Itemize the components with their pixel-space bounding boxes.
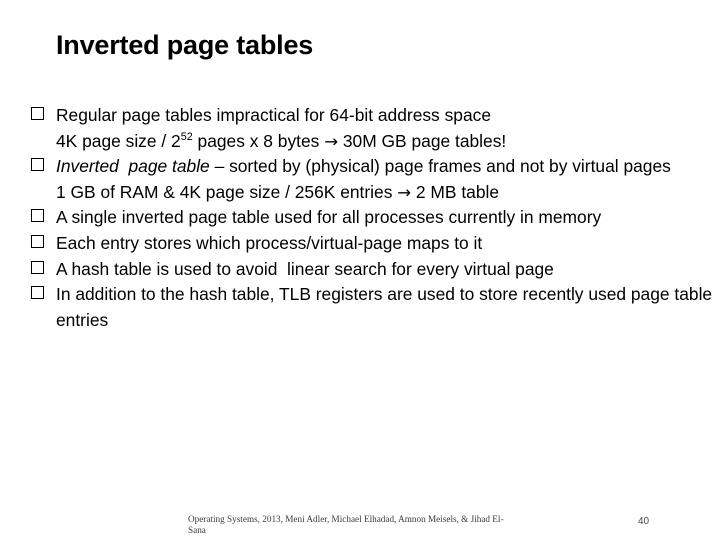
slide-page-number: 40 xyxy=(638,516,650,527)
square-bullet-icon xyxy=(31,286,47,302)
bullet-text: Inverted page table – sorted by (physica… xyxy=(56,154,714,205)
bullet-line-2-pre: 4K page size / 2 xyxy=(56,130,181,151)
bullet-item-inverted-page-table: Inverted page table – sorted by (physica… xyxy=(30,154,714,205)
bullet-item-hash-table: A hash table is used to avoid linear sea… xyxy=(30,257,714,283)
bullet-subline-pre: 1 GB of RAM & 4K page size / 256K entrie… xyxy=(56,181,398,202)
bullet-text: A hash table is used to avoid linear sea… xyxy=(56,258,554,279)
bullet-item-each-entry: Each entry stores which process/virtual-… xyxy=(30,231,714,257)
page-title: Inverted page tables xyxy=(56,30,314,60)
bullet-text: In addition to the hash table, TLB regis… xyxy=(56,284,717,330)
square-bullet-icon xyxy=(31,158,47,174)
bullet-item-tlb-registers: In addition to the hash table, TLB regis… xyxy=(30,282,714,333)
bullet-item-single-inverted-table: A single inverted page table used for al… xyxy=(30,205,714,231)
square-bullet-icon xyxy=(31,209,47,225)
slide-footer-credits: Operating Systems, 2013, Meni Adler, Mic… xyxy=(188,514,608,536)
bullet-italic-term: Inverted page table xyxy=(56,156,210,177)
bullet-text: A single inverted page table used for al… xyxy=(56,207,602,228)
bullet-line-2-post: pages x 8 bytes xyxy=(192,130,325,151)
right-arrow-icon: → xyxy=(324,131,339,151)
bullet-line-1: Regular page tables impractical for 64-b… xyxy=(56,105,491,125)
square-bullet-icon xyxy=(31,260,47,277)
bullet-list: Regular page tables impractical for 64-b… xyxy=(30,103,714,333)
right-arrow-icon: → xyxy=(397,182,412,202)
slide-canvas: Inverted page tables Regular page tables… xyxy=(0,0,720,540)
bullet-subline-post: 2 MB table xyxy=(411,181,500,202)
square-bullet-icon xyxy=(31,107,47,123)
footer-line-1: Operating Systems, 2013, Meni Adler, Mic… xyxy=(188,514,504,524)
bullet-text: Each entry stores which process/virtual-… xyxy=(56,232,483,253)
square-bullet-icon xyxy=(31,234,47,251)
bullet-definition: – sorted by (physical) page frames and n… xyxy=(209,156,671,177)
bullet-item-regular-page-tables: Regular page tables impractical for 64-b… xyxy=(30,103,714,154)
superscript-exponent: 52 xyxy=(180,130,193,143)
bullet-text: Regular page tables impractical for 64-b… xyxy=(56,103,714,154)
footer-line-2: Sana xyxy=(188,525,206,535)
bullet-line-2-tail: 30M GB page tables! xyxy=(338,130,507,151)
